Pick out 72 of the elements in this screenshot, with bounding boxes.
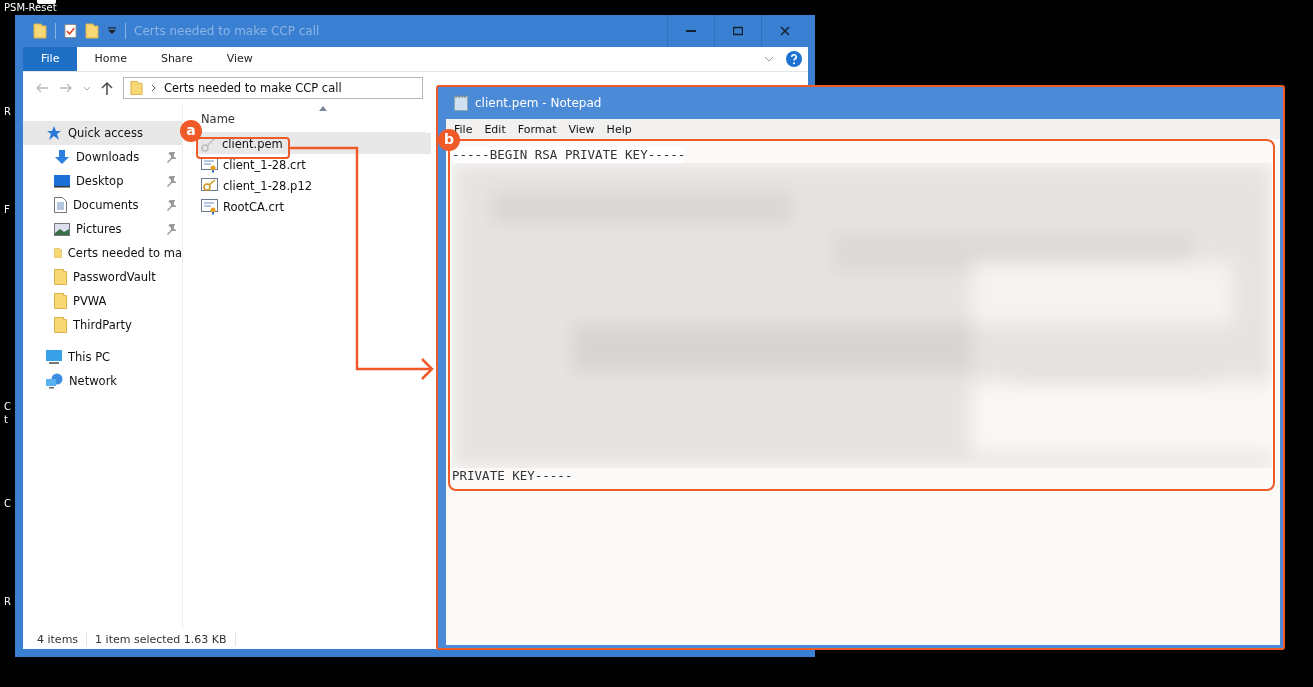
monitor-icon bbox=[54, 174, 70, 188]
nav-item[interactable]: PVWA bbox=[23, 289, 182, 313]
computer-icon bbox=[46, 349, 62, 365]
folder-icon bbox=[54, 245, 62, 261]
notepad-icon bbox=[454, 95, 468, 111]
address-bar[interactable]: Certs needed to make CCP call bbox=[123, 77, 423, 99]
folder-icon bbox=[54, 317, 67, 333]
file-row[interactable]: client_1-28.crt bbox=[197, 154, 431, 175]
nav-item[interactable]: Documents bbox=[23, 193, 182, 217]
nav-item[interactable]: Pictures bbox=[23, 217, 182, 241]
sort-caret-icon bbox=[319, 106, 327, 111]
pin-icon bbox=[166, 151, 176, 163]
desktop-icon-label[interactable]: PSM-Reset bbox=[4, 1, 57, 14]
desktop-icon-label[interactable]: R bbox=[4, 595, 11, 608]
help-icon[interactable] bbox=[786, 51, 802, 67]
close-icon bbox=[780, 26, 790, 36]
desktop-icon-label[interactable]: F bbox=[4, 203, 10, 216]
pin-icon bbox=[166, 223, 176, 235]
back-icon[interactable] bbox=[35, 83, 49, 93]
text-line: PRIVATE KEY----- bbox=[452, 468, 574, 484]
desktop-icon-label[interactable]: C t bbox=[4, 400, 11, 426]
nav-item[interactable]: Quick access bbox=[23, 121, 182, 145]
certificate-icon bbox=[201, 198, 218, 215]
chevron-down-icon[interactable] bbox=[764, 56, 774, 62]
window-title: client.pem - Notepad bbox=[475, 96, 602, 110]
nav-item[interactable]: Downloads bbox=[23, 145, 182, 169]
nav-item[interactable]: This PC bbox=[23, 345, 182, 369]
nav-item[interactable]: ThirdParty bbox=[23, 313, 182, 337]
menu-item[interactable]: View bbox=[568, 122, 595, 136]
star-icon bbox=[46, 125, 62, 141]
pin-icon bbox=[166, 199, 176, 211]
selection-info: 1 item selected 1.63 KB bbox=[95, 632, 227, 646]
minimize-icon bbox=[686, 30, 696, 32]
folder-icon bbox=[54, 293, 67, 309]
maximize-icon bbox=[733, 26, 743, 36]
file-row[interactable]: client.pem bbox=[197, 133, 431, 154]
desktop-icon-label[interactable]: R bbox=[4, 105, 11, 118]
forward-icon[interactable] bbox=[59, 83, 73, 93]
ribbon-tab[interactable]: Home bbox=[77, 47, 144, 71]
folder-icon[interactable] bbox=[33, 23, 47, 39]
key-icon bbox=[201, 135, 217, 152]
menu-item[interactable]: File bbox=[454, 122, 473, 136]
window-title: Certs needed to make CCP call bbox=[134, 24, 320, 38]
address-path: Certs needed to make CCP call bbox=[164, 81, 342, 95]
up-arrow-icon[interactable] bbox=[101, 81, 113, 95]
desktop-icon-label[interactable]: C bbox=[4, 497, 11, 510]
pin-icon bbox=[166, 175, 176, 187]
folder-icon bbox=[54, 269, 67, 285]
ribbon-tab[interactable]: View bbox=[209, 47, 270, 71]
file-row[interactable]: RootCA.crt bbox=[197, 196, 431, 217]
ribbon-tab[interactable]: Share bbox=[143, 47, 210, 71]
nav-item[interactable]: Certs needed to ma bbox=[23, 241, 182, 265]
network-icon bbox=[46, 373, 63, 389]
chevron-right-icon bbox=[151, 84, 156, 92]
nav-item[interactable]: Network bbox=[23, 369, 182, 393]
menu-item[interactable]: Help bbox=[606, 122, 632, 136]
folder-icon bbox=[130, 80, 143, 96]
document-icon bbox=[54, 197, 67, 213]
file-row[interactable]: client_1-28.p12 bbox=[197, 175, 431, 196]
picture-icon bbox=[54, 222, 70, 236]
checklist-icon[interactable] bbox=[64, 23, 77, 39]
menu-item[interactable]: Format bbox=[517, 122, 557, 136]
item-count: 4 items bbox=[37, 632, 79, 646]
nav-item[interactable]: Desktop bbox=[23, 169, 182, 193]
folder-icon[interactable] bbox=[85, 23, 99, 39]
ribbon-tab[interactable]: File bbox=[23, 47, 78, 71]
certificate-key-icon bbox=[201, 177, 218, 194]
dropdown-icon[interactable] bbox=[107, 27, 117, 35]
menu-item[interactable]: Edit bbox=[484, 122, 506, 136]
nav-item[interactable]: PasswordVault bbox=[23, 265, 182, 289]
chevron-down-icon[interactable] bbox=[83, 85, 91, 91]
down-arrow-icon bbox=[54, 149, 70, 165]
